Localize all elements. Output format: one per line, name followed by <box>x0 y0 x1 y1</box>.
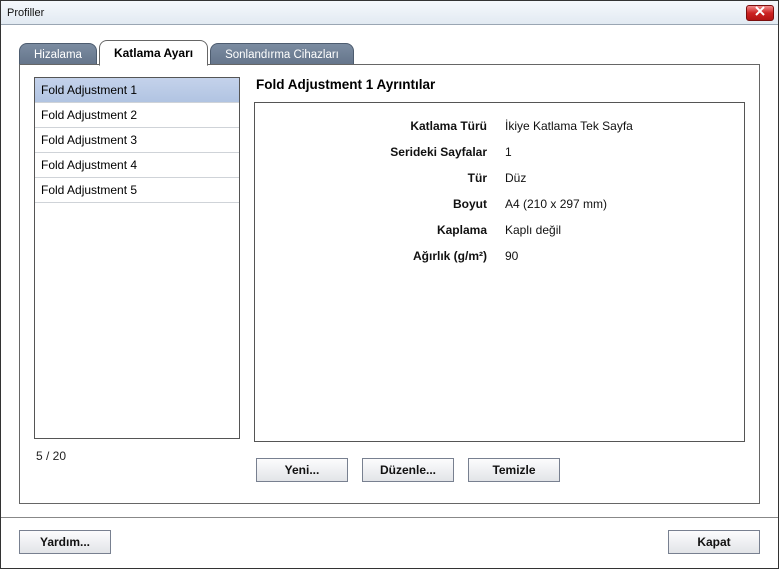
detail-label: Ağırlık (g/m²) <box>275 249 505 263</box>
detail-value: İkiye Katlama Tek Sayfa <box>505 119 633 133</box>
detail-label: Serideki Sayfalar <box>275 145 505 159</box>
details-box: Katlama Türü İkiye Katlama Tek Sayfa Ser… <box>254 102 745 442</box>
tab-bar: Hizalama Katlama Ayarı Sonlandırma Cihaz… <box>19 39 760 65</box>
detail-row: Tür Düz <box>275 171 724 185</box>
new-button[interactable]: Yeni... <box>256 458 348 482</box>
right-column: Fold Adjustment 1 Ayrıntılar Katlama Tür… <box>254 77 745 493</box>
detail-value: 1 <box>505 145 512 159</box>
tab-alignment[interactable]: Hizalama <box>19 43 97 65</box>
window-title: Profiller <box>7 7 44 19</box>
footer: Yardım... Kapat <box>1 517 778 568</box>
list-item[interactable]: Fold Adjustment 5 <box>35 178 239 203</box>
detail-label: Kaplama <box>275 223 505 237</box>
profile-list: Fold Adjustment 1 Fold Adjustment 2 Fold… <box>34 77 240 439</box>
item-counter: 5 / 20 <box>36 449 240 463</box>
list-item[interactable]: Fold Adjustment 1 <box>35 78 239 103</box>
window: Profiller Hizalama Katlama Ayarı Sonland… <box>0 0 779 569</box>
detail-row: Serideki Sayfalar 1 <box>275 145 724 159</box>
window-close-button[interactable] <box>746 5 774 21</box>
left-column: Fold Adjustment 1 Fold Adjustment 2 Fold… <box>34 77 240 493</box>
close-button[interactable]: Kapat <box>668 530 760 554</box>
list-item[interactable]: Fold Adjustment 2 <box>35 103 239 128</box>
panel-layout: Fold Adjustment 1 Fold Adjustment 2 Fold… <box>34 77 745 493</box>
action-button-row: Yeni... Düzenle... Temizle <box>256 458 745 482</box>
close-icon <box>755 6 765 19</box>
detail-value: A4 (210 x 297 mm) <box>505 197 607 211</box>
tab-fold-adjustment[interactable]: Katlama Ayarı <box>99 40 208 66</box>
detail-row: Katlama Türü İkiye Katlama Tek Sayfa <box>275 119 724 133</box>
content-area: Hizalama Katlama Ayarı Sonlandırma Cihaz… <box>1 25 778 517</box>
detail-row: Boyut A4 (210 x 297 mm) <box>275 197 724 211</box>
details-title: Fold Adjustment 1 Ayrıntılar <box>256 77 745 92</box>
tab-panel: Fold Adjustment 1 Fold Adjustment 2 Fold… <box>19 64 760 504</box>
titlebar: Profiller <box>1 1 778 25</box>
detail-value: Kaplı değil <box>505 223 561 237</box>
detail-value: Düz <box>505 171 526 185</box>
edit-button[interactable]: Düzenle... <box>362 458 454 482</box>
list-item[interactable]: Fold Adjustment 4 <box>35 153 239 178</box>
detail-row: Ağırlık (g/m²) 90 <box>275 249 724 263</box>
tab-finishing-devices[interactable]: Sonlandırma Cihazları <box>210 43 354 65</box>
detail-row: Kaplama Kaplı değil <box>275 223 724 237</box>
detail-label: Tür <box>275 171 505 185</box>
detail-label: Boyut <box>275 197 505 211</box>
detail-label: Katlama Türü <box>275 119 505 133</box>
clear-button[interactable]: Temizle <box>468 458 560 482</box>
list-item[interactable]: Fold Adjustment 3 <box>35 128 239 153</box>
detail-value: 90 <box>505 249 518 263</box>
help-button[interactable]: Yardım... <box>19 530 111 554</box>
